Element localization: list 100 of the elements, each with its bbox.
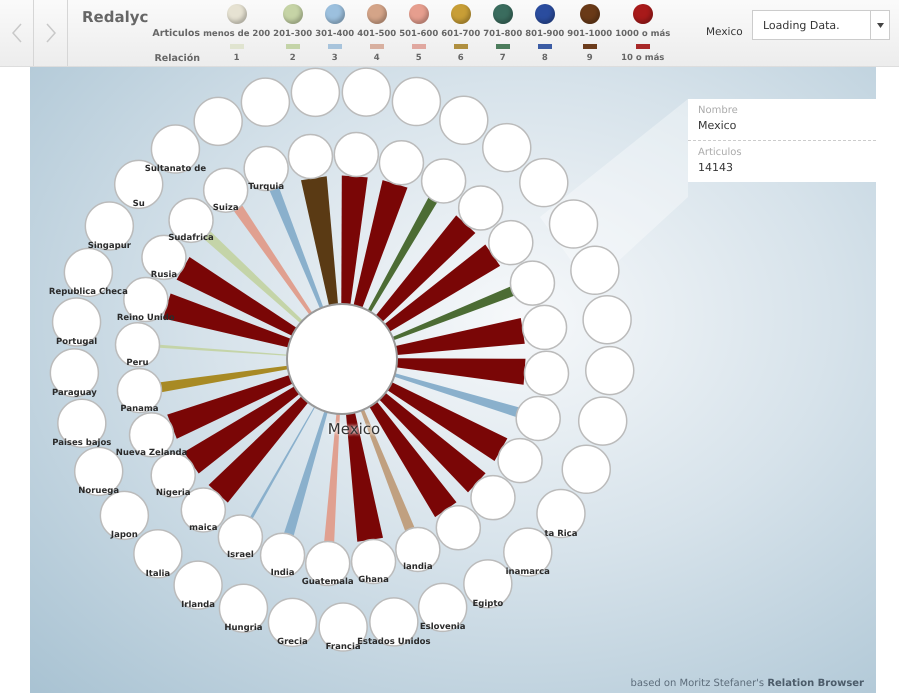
node-label: maica (189, 522, 218, 533)
node-circle[interactable] (268, 598, 318, 648)
node-circle[interactable] (395, 526, 441, 572)
node-circle[interactable] (114, 322, 160, 368)
node-circle[interactable] (503, 527, 553, 577)
node-circle[interactable] (193, 96, 243, 146)
legend-label: 601-700 (441, 28, 480, 39)
legend-label: 901-1000 (567, 28, 612, 39)
app-title: Redalyc (82, 8, 148, 26)
node-circle[interactable] (470, 474, 516, 520)
node-label: Japon (110, 530, 138, 540)
node-circle[interactable] (290, 68, 340, 118)
node-circle[interactable] (536, 488, 586, 538)
legend-label: 4 (374, 53, 380, 64)
node-circle[interactable] (392, 76, 442, 126)
node-circle[interactable] (218, 583, 268, 633)
node-circle[interactable] (510, 260, 556, 306)
node-circle[interactable] (173, 560, 223, 610)
legend-label: 201-300 (273, 28, 312, 39)
node-circle[interactable] (497, 438, 543, 484)
node-label: Eslovenia (420, 622, 466, 632)
legend-row-label: Relación (154, 52, 200, 64)
legend-label: 401-500 (357, 28, 396, 39)
caret-icon (876, 22, 884, 28)
node-circle[interactable] (458, 185, 504, 231)
node-circle[interactable] (418, 582, 468, 632)
node-circle[interactable] (243, 146, 289, 192)
node-circle[interactable] (522, 304, 568, 350)
node-circle[interactable] (519, 158, 569, 208)
legend-label: 801-900 (525, 28, 564, 39)
info-field-label: Articulos (698, 147, 743, 158)
node-circle[interactable] (342, 67, 392, 117)
node-label: Israel (226, 550, 254, 560)
node-circle[interactable] (585, 346, 634, 396)
node-circle[interactable] (52, 297, 102, 347)
legend-label: menos de 200 (203, 28, 270, 39)
legend-row-label: Articulos (152, 28, 200, 40)
node-circle[interactable] (482, 122, 532, 172)
node-circle[interactable] (168, 198, 214, 244)
legend-label: 10 o más (621, 53, 664, 64)
node-circle[interactable] (420, 158, 466, 204)
node-circle[interactable] (50, 348, 100, 398)
node-circle[interactable] (288, 134, 334, 180)
node-circle[interactable] (116, 368, 162, 414)
node-label: India (270, 568, 295, 578)
node-circle[interactable] (548, 199, 598, 249)
info-field-value: 14143 (698, 161, 734, 174)
node-circle[interactable] (524, 350, 570, 396)
node-circle[interactable] (260, 532, 306, 578)
selected-node-label: Mexico (706, 26, 743, 38)
node-label: Sultanato de (144, 164, 206, 174)
node-label: Sudafrica (168, 233, 214, 244)
node-label: ta Rica (544, 528, 578, 539)
legend-label: 7 (500, 53, 506, 64)
node-circle[interactable] (582, 294, 632, 344)
legend-label: 1 (234, 53, 240, 64)
info-field-value: Mexico (698, 119, 738, 132)
node-label: Paraguay (52, 388, 97, 398)
node-label: Ghana (358, 574, 389, 585)
node-label: Rusia (150, 270, 178, 280)
legend-label: 5 (416, 53, 422, 64)
node-label: Suiza (212, 203, 239, 214)
node-circle[interactable] (562, 444, 611, 494)
node-circle[interactable] (578, 396, 628, 446)
node-label: landia (403, 562, 433, 572)
legend-label: 301-400 (315, 28, 354, 39)
node-circle[interactable] (218, 514, 264, 560)
node-label: Portugal (56, 336, 98, 347)
node-label: inamarca (506, 567, 550, 578)
node-label: Irlanda (181, 600, 215, 610)
node-label: Panama (120, 404, 158, 414)
node-circle[interactable] (436, 505, 482, 551)
node-label: Su (132, 199, 145, 210)
node-label: Hungria (224, 623, 263, 634)
credit-text: based on Moritz Stefaner's Relation Browser (630, 678, 864, 689)
node-circle[interactable] (334, 132, 380, 178)
node-circle[interactable] (515, 396, 561, 442)
node-circle[interactable] (570, 246, 620, 295)
node-label: Singapur (88, 240, 131, 251)
legend-label: 8 (542, 53, 548, 64)
node-label: Republica Checa (48, 287, 128, 298)
node-circle[interactable] (488, 220, 534, 266)
node-circle[interactable] (378, 140, 424, 186)
node-label: Italia (146, 568, 170, 579)
data-dropdown[interactable]: Loading Data. (752, 10, 890, 40)
node-label: Guatemala (302, 576, 354, 586)
legend-label: 701-800 (483, 28, 522, 39)
node-label: Egipto (472, 598, 504, 609)
node-circle[interactable] (439, 96, 489, 146)
info-field-label: Nombre (698, 105, 739, 116)
legend-label: 1000 o más (615, 28, 670, 39)
node-circle[interactable] (240, 77, 290, 127)
node-label: Peru (126, 358, 149, 368)
node-circle[interactable] (84, 201, 134, 251)
node-label: Nigeria (156, 488, 191, 498)
node-label: Turquia (248, 182, 284, 192)
center-node[interactable] (286, 303, 398, 415)
node-label: Paises bajos (52, 438, 112, 448)
legend-label: 501-600 (399, 28, 438, 39)
node-label: Noruega (78, 486, 120, 496)
